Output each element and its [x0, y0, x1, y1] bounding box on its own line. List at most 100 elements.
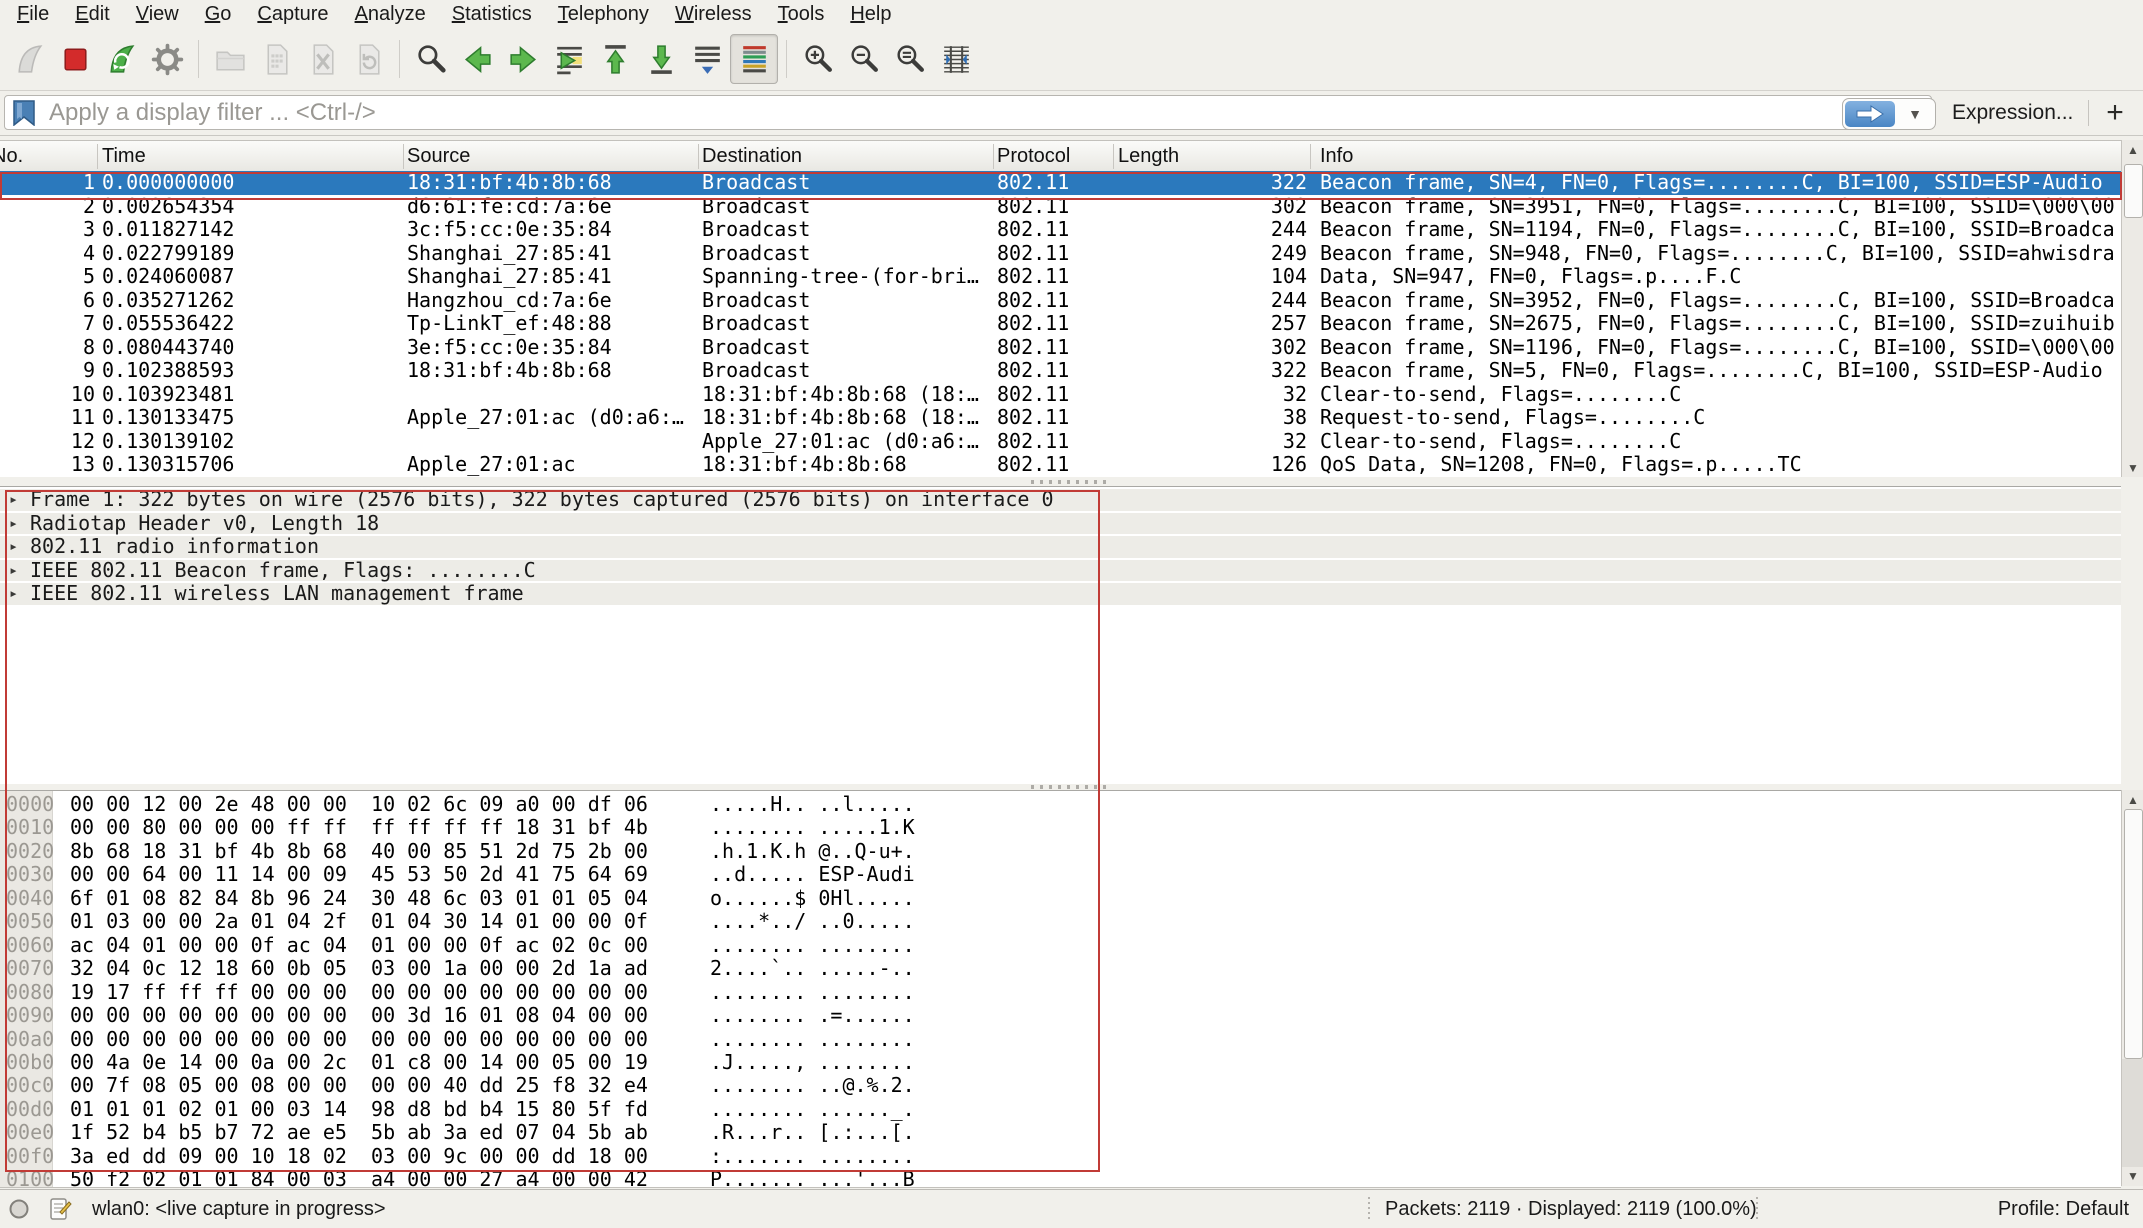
- go-first-button[interactable]: [592, 35, 638, 83]
- detail-line[interactable]: ▸802.11 radio information: [0, 536, 2121, 558]
- column-divider[interactable]: [97, 144, 98, 169]
- expand-triangle-icon[interactable]: ▸: [9, 513, 18, 535]
- menu-edit[interactable]: Edit: [62, 2, 122, 27]
- packet-row-4[interactable]: 40.022799189Shanghai_27:85:41Broadcast80…: [0, 242, 2121, 266]
- hex-row-0090[interactable]: 009000 00 00 00 00 00 00 00 00 3d 16 01 …: [0, 1004, 2121, 1027]
- column-header-length[interactable]: Length: [1118, 141, 1179, 172]
- hex-row-00a0[interactable]: 00a000 00 00 00 00 00 00 00 00 00 00 00 …: [0, 1028, 2121, 1051]
- menu-wireless[interactable]: Wireless: [662, 2, 765, 27]
- packet-row-13[interactable]: 130.130315706Apple_27:01:ac18:31:bf:4b:8…: [0, 453, 2121, 477]
- filter-history-caret[interactable]: ▼: [1895, 106, 1935, 122]
- capture-options-button[interactable]: [144, 35, 190, 83]
- column-header-protocol[interactable]: Protocol: [997, 141, 1070, 172]
- menu-view[interactable]: View: [123, 2, 192, 27]
- go-back-button[interactable]: [454, 35, 500, 83]
- column-divider[interactable]: [993, 144, 994, 169]
- hex-row-00c0[interactable]: 00c000 7f 08 05 00 08 00 00 00 00 40 dd …: [0, 1074, 2121, 1097]
- scroll-down-arrow-icon[interactable]: ▼: [2122, 460, 2143, 476]
- menu-telephony[interactable]: Telephony: [545, 2, 662, 27]
- expand-triangle-icon[interactable]: ▸: [9, 489, 18, 511]
- scrollbar-thumb[interactable]: [2124, 809, 2143, 1059]
- hex-row-00d0[interactable]: 00d001 01 01 02 01 00 03 14 98 d8 bd b4 …: [0, 1098, 2121, 1121]
- display-filter-input[interactable]: [4, 95, 1932, 130]
- detail-line[interactable]: ▸IEEE 802.11 Beacon frame, Flags: ......…: [0, 560, 2121, 582]
- colorize-button[interactable]: [730, 34, 778, 84]
- resize-columns-button[interactable]: [933, 35, 979, 83]
- go-to-packet-button[interactable]: [546, 35, 592, 83]
- zoom-out-button[interactable]: [841, 35, 887, 83]
- filter-apply-button[interactable]: [1845, 101, 1895, 127]
- hex-row-0020[interactable]: 00208b 68 18 31 bf 4b 8b 68 40 00 85 51 …: [0, 840, 2121, 863]
- packet-row-12[interactable]: 120.130139102Apple_27:01:ac (d0:a6:…802.…: [0, 430, 2121, 454]
- expand-triangle-icon[interactable]: ▸: [9, 536, 18, 558]
- capture-stop-button[interactable]: [52, 35, 98, 83]
- detail-line[interactable]: ▸Radiotap Header v0, Length 18: [0, 513, 2121, 535]
- hex-row-0030[interactable]: 003000 00 64 00 11 14 00 09 45 53 50 2d …: [0, 863, 2121, 886]
- hex-row-0100[interactable]: 010050 f2 02 01 01 84 00 03 a4 00 00 27 …: [0, 1168, 2121, 1188]
- hex-row-0000[interactable]: 000000 00 12 00 2e 48 00 00 10 02 6c 09 …: [0, 793, 2121, 816]
- hex-row-0060[interactable]: 0060ac 04 01 00 00 0f ac 04 01 00 00 0f …: [0, 934, 2121, 957]
- go-last-button[interactable]: [638, 35, 684, 83]
- menu-tools[interactable]: Tools: [765, 2, 838, 27]
- packet-row-7[interactable]: 70.055536422Tp-LinkT_ef:48:88Broadcast80…: [0, 312, 2121, 336]
- column-divider[interactable]: [403, 144, 404, 169]
- scrollbar-thumb[interactable]: [2124, 164, 2143, 218]
- packet-row-2[interactable]: 20.002654354d6:61:fe:cd:7a:6eBroadcast80…: [0, 195, 2121, 219]
- packet-row-5[interactable]: 50.024060087Shanghai_27:85:41Spanning-tr…: [0, 265, 2121, 289]
- hex-pane-scrollbar[interactable]: ▲ ▼: [2121, 790, 2143, 1186]
- column-divider[interactable]: [1310, 144, 1311, 169]
- profile-text[interactable]: Profile: Default: [1998, 1190, 2129, 1228]
- packet-row-9[interactable]: 90.10238859318:31:bf:4b:8b:68Broadcast80…: [0, 359, 2121, 383]
- hex-row-00e0[interactable]: 00e01f 52 b4 b5 b7 72 ae e5 5b ab 3a ed …: [0, 1121, 2121, 1144]
- menu-analyze[interactable]: Analyze: [342, 2, 439, 27]
- expand-triangle-icon[interactable]: ▸: [9, 583, 18, 605]
- menu-go[interactable]: Go: [192, 2, 245, 27]
- column-header-source[interactable]: Source: [407, 141, 470, 172]
- menu-statistics[interactable]: Statistics: [439, 2, 545, 27]
- add-filter-button[interactable]: +: [2098, 93, 2132, 133]
- menu-help[interactable]: Help: [837, 2, 904, 27]
- packet-list-header[interactable]: No. Time Source Destination Protocol Length In…: [0, 140, 2121, 173]
- packet-row-8[interactable]: 80.0804437403e:f5:cc:0e:35:84Broadcast80…: [0, 336, 2121, 360]
- column-header-no[interactable]: No.: [0, 141, 23, 172]
- hex-row-0080[interactable]: 008019 17 ff ff ff 00 00 00 00 00 00 00 …: [0, 981, 2121, 1004]
- scroll-down-arrow-icon[interactable]: ▼: [2122, 1168, 2143, 1184]
- go-forward-button[interactable]: [500, 35, 546, 83]
- expression-button[interactable]: Expression...: [1952, 98, 2073, 128]
- hex-row-0010[interactable]: 001000 00 80 00 00 00 ff ff ff ff ff ff …: [0, 816, 2121, 839]
- pane-splitter-1[interactable]: [0, 477, 2143, 486]
- hex-row-0070[interactable]: 007032 04 0c 12 18 60 0b 05 03 00 1a 00 …: [0, 957, 2121, 980]
- menu-file[interactable]: File: [4, 2, 62, 27]
- zoom-reset-button[interactable]: [887, 35, 933, 83]
- zoom-in-button[interactable]: [795, 35, 841, 83]
- column-header-destination[interactable]: Destination: [702, 141, 802, 172]
- detail-line[interactable]: ▸Frame 1: 322 bytes on wire (2576 bits),…: [0, 489, 2121, 511]
- auto-scroll-button[interactable]: [684, 35, 730, 83]
- scrollbar-trough[interactable]: [2122, 1059, 2143, 1167]
- hex-row-00b0[interactable]: 00b000 4a 0e 14 00 0a 00 2c 01 c8 00 14 …: [0, 1051, 2121, 1074]
- hex-row-0040[interactable]: 00406f 01 08 82 84 8b 96 24 30 48 6c 03 …: [0, 887, 2121, 910]
- packet-row-1[interactable]: 10.00000000018:31:bf:4b:8b:68Broadcast80…: [0, 171, 2121, 195]
- packet-row-3[interactable]: 30.0118271423c:f5:cc:0e:35:84Broadcast80…: [0, 218, 2121, 242]
- filter-bookmark-icon[interactable]: [12, 100, 36, 126]
- detail-line[interactable]: ▸IEEE 802.11 wireless LAN management fra…: [0, 583, 2121, 605]
- find-packet-button[interactable]: [408, 35, 454, 83]
- scroll-up-arrow-icon[interactable]: ▲: [2122, 792, 2143, 808]
- capture-comment-icon[interactable]: [48, 1197, 72, 1221]
- column-divider[interactable]: [698, 144, 699, 169]
- expand-triangle-icon[interactable]: ▸: [9, 560, 18, 582]
- menu-capture[interactable]: Capture: [244, 2, 341, 27]
- column-header-time[interactable]: Time: [102, 141, 146, 172]
- capture-restart-button[interactable]: [98, 35, 144, 83]
- splitter-handle[interactable]: [1031, 480, 1111, 484]
- hex-row-00f0[interactable]: 00f03a ed dd 09 00 10 18 02 03 00 9c 00 …: [0, 1145, 2121, 1168]
- packet-row-11[interactable]: 110.130133475Apple_27:01:ac (d0:a6:…18:3…: [0, 406, 2121, 430]
- splitter-handle[interactable]: [1031, 785, 1111, 789]
- hex-row-0050[interactable]: 005001 03 00 00 2a 01 04 2f 01 04 30 14 …: [0, 910, 2121, 933]
- packet-row-10[interactable]: 100.10392348118:31:bf:4b:8b:68 (18:…802.…: [0, 383, 2121, 407]
- packet-list-scrollbar[interactable]: ▲ ▼: [2121, 140, 2143, 478]
- packet-row-6[interactable]: 60.035271262Hangzhou_cd:7a:6eBroadcast80…: [0, 289, 2121, 313]
- expert-status-circle-icon[interactable]: [8, 1198, 30, 1220]
- scroll-up-arrow-icon[interactable]: ▲: [2122, 142, 2143, 158]
- column-header-info[interactable]: Info: [1320, 141, 1353, 172]
